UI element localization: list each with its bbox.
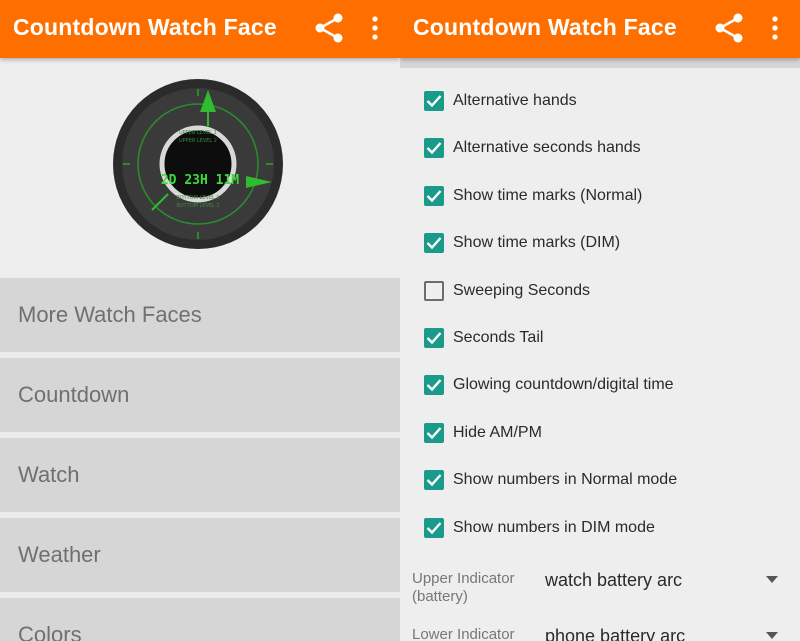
watch-face: UPPER LEVEL 1 UPPER LEVEL 2 2D 23H 11M B… (113, 79, 283, 249)
setting-hide-am-pm[interactable]: Hide AM/PM (424, 415, 784, 451)
checkbox-checked[interactable] (424, 185, 444, 206)
setting-label: Show time marks (Normal) (453, 186, 643, 204)
checkbox-checked[interactable] (424, 138, 444, 159)
app-bar: Countdown Watch Face (400, 0, 800, 58)
right-screen: Countdown Watch Face Alternative hands Al… (400, 0, 800, 641)
checkbox-checked[interactable] (424, 375, 444, 396)
setting-glowing-countdown-digital-time[interactable]: Glowing countdown/digital time (424, 367, 784, 403)
menu-item-weather[interactable]: Weather (0, 518, 400, 592)
more-vert-icon[interactable] (365, 14, 385, 42)
divider (400, 58, 800, 68)
menu-item-label: Watch (18, 462, 80, 487)
setting-alternative-seconds-hands[interactable]: Alternative seconds hands (424, 130, 784, 166)
lower-indicator-value: phone battery arc (545, 626, 686, 641)
menu-item-colors[interactable]: Colors (0, 598, 400, 641)
menu-item-label: Colors (18, 622, 82, 641)
setting-label: Seconds Tail (453, 329, 544, 346)
setting-show-numbers-in-normal-mode[interactable]: Show numbers in Normal mode (424, 462, 784, 498)
more-vert-icon[interactable] (765, 14, 785, 42)
checkbox-checked[interactable] (424, 422, 444, 443)
upper-indicator-select[interactable]: Upper Indicator (battery) watch battery … (400, 570, 800, 610)
share-icon[interactable] (313, 12, 345, 44)
app-title: Countdown Watch Face (13, 14, 277, 40)
dropdown-arrow-icon (766, 576, 778, 583)
menu-item-label: Weather (18, 542, 101, 567)
app-title: Countdown Watch Face (413, 14, 677, 40)
setting-label: Alternative hands (453, 92, 577, 109)
check-icon (426, 521, 442, 534)
lower-indicator-select[interactable]: Lower Indicator phone battery arc (400, 626, 800, 641)
setting-label: Alternative seconds hands (453, 139, 641, 157)
checkbox-checked[interactable] (424, 233, 444, 254)
setting-sweeping-seconds[interactable]: Sweeping Seconds (424, 273, 784, 309)
setting-label: Show numbers in DIM mode (453, 518, 655, 536)
check-icon (426, 426, 442, 440)
bottom-level-2: BOTTOM LEVEL 2 (176, 203, 219, 209)
lower-indicator-label: Lower Indicator (412, 626, 515, 641)
menu-item-label: More Watch Faces (18, 302, 202, 327)
setting-alternative-hands[interactable]: Alternative hands (424, 83, 784, 119)
checkbox-unchecked[interactable] (424, 280, 444, 301)
upper-indicator-label: Upper Indicator (battery) (412, 570, 515, 605)
check-icon (426, 379, 442, 392)
setting-seconds-tail[interactable]: Seconds Tail (424, 320, 784, 356)
checkbox-checked[interactable] (424, 470, 444, 491)
menu-item-more-watch-faces[interactable]: More Watch Faces (0, 278, 400, 352)
setting-label: Hide AM/PM (453, 423, 542, 441)
setting-show-time-marks-dim[interactable]: Show time marks (DIM) (424, 225, 784, 261)
upper-level-1: UPPER LEVEL 1 (179, 130, 217, 136)
watch-preview: UPPER LEVEL 1 UPPER LEVEL 2 2D 23H 11M B… (0, 58, 400, 276)
app-bar: Countdown Watch Face (0, 0, 400, 58)
checkbox-checked[interactable] (424, 328, 444, 348)
left-screen: Countdown Watch Face UPPER LEVEL 1 UPPER… (0, 0, 400, 641)
menu-item-countdown[interactable]: Countdown (0, 358, 400, 432)
checkbox-checked[interactable] (424, 91, 444, 111)
setting-show-numbers-in-dim-mode[interactable]: Show numbers in DIM mode (424, 510, 784, 546)
dropdown-arrow-icon (766, 632, 778, 639)
check-icon (426, 237, 442, 250)
check-icon (426, 474, 442, 487)
setting-show-time-marks-normal[interactable]: Show time marks (Normal) (424, 178, 784, 214)
check-icon (426, 332, 442, 345)
setting-label: Show time marks (DIM) (453, 234, 621, 252)
setting-label: Show numbers in Normal mode (453, 471, 678, 489)
check-icon (426, 189, 442, 203)
menu-item-watch[interactable]: Watch (0, 438, 400, 512)
setting-label: Glowing countdown/digital time (453, 376, 674, 394)
setting-label: Sweeping Seconds (453, 281, 590, 299)
menu-item-label: Countdown (18, 382, 130, 407)
countdown-readout: 2D 23H 11M (161, 173, 239, 188)
upper-level-2: UPPER LEVEL 2 (179, 138, 217, 144)
check-icon (426, 95, 442, 108)
check-icon (426, 142, 442, 155)
checkbox-checked[interactable] (424, 517, 444, 538)
bottom-level-1: BOTTOM LEVEL 1 (176, 195, 219, 201)
upper-indicator-value: watch battery arc (545, 570, 683, 590)
share-icon[interactable] (713, 12, 745, 44)
